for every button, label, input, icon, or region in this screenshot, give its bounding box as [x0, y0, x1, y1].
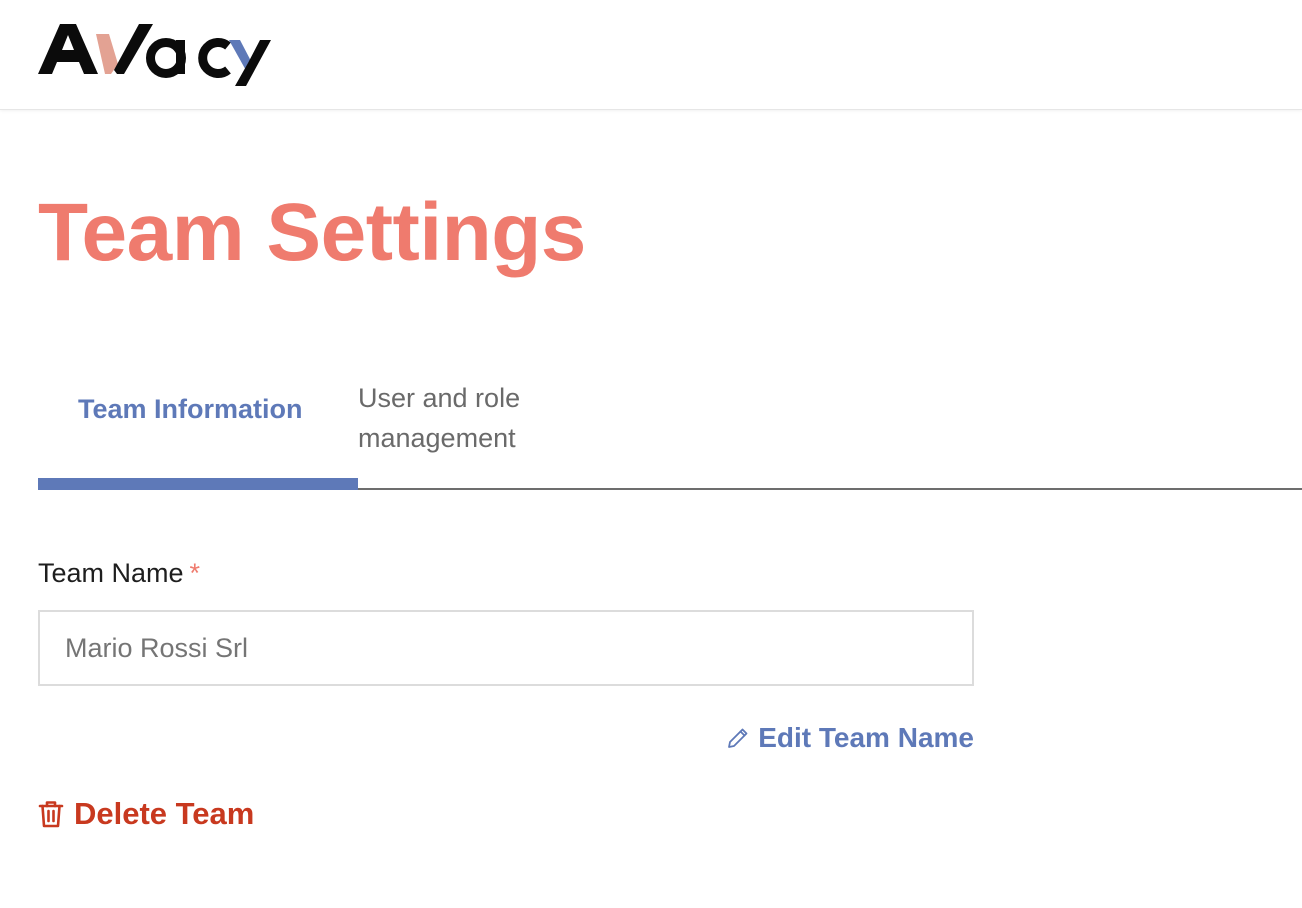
top-bar	[0, 0, 1302, 110]
delete-team-label: Delete Team	[74, 796, 255, 831]
active-tab-indicator	[38, 478, 358, 490]
team-name-label-text: Team Name	[38, 558, 184, 588]
tab-user-and-role-management[interactable]: User and role management	[358, 372, 588, 488]
team-name-input[interactable]	[38, 610, 974, 686]
settings-tabs: Team Information User and role managemen…	[38, 372, 1302, 490]
tab-team-information-label: Team Information	[78, 394, 303, 424]
pencil-icon	[728, 728, 748, 748]
page-title: Team Settings	[38, 187, 586, 278]
team-name-label: Team Name *	[38, 558, 200, 589]
avacy-logo[interactable]	[38, 22, 278, 88]
required-asterisk: *	[189, 558, 201, 588]
tab-team-information[interactable]: Team Information	[38, 372, 358, 490]
tab-user-and-role-management-label: User and role management	[358, 383, 521, 453]
delete-team-button[interactable]: Delete Team	[38, 794, 254, 834]
edit-team-name-button[interactable]: Edit Team Name	[726, 720, 974, 756]
edit-team-name-label: Edit Team Name	[758, 722, 974, 753]
trash-icon	[38, 801, 64, 828]
